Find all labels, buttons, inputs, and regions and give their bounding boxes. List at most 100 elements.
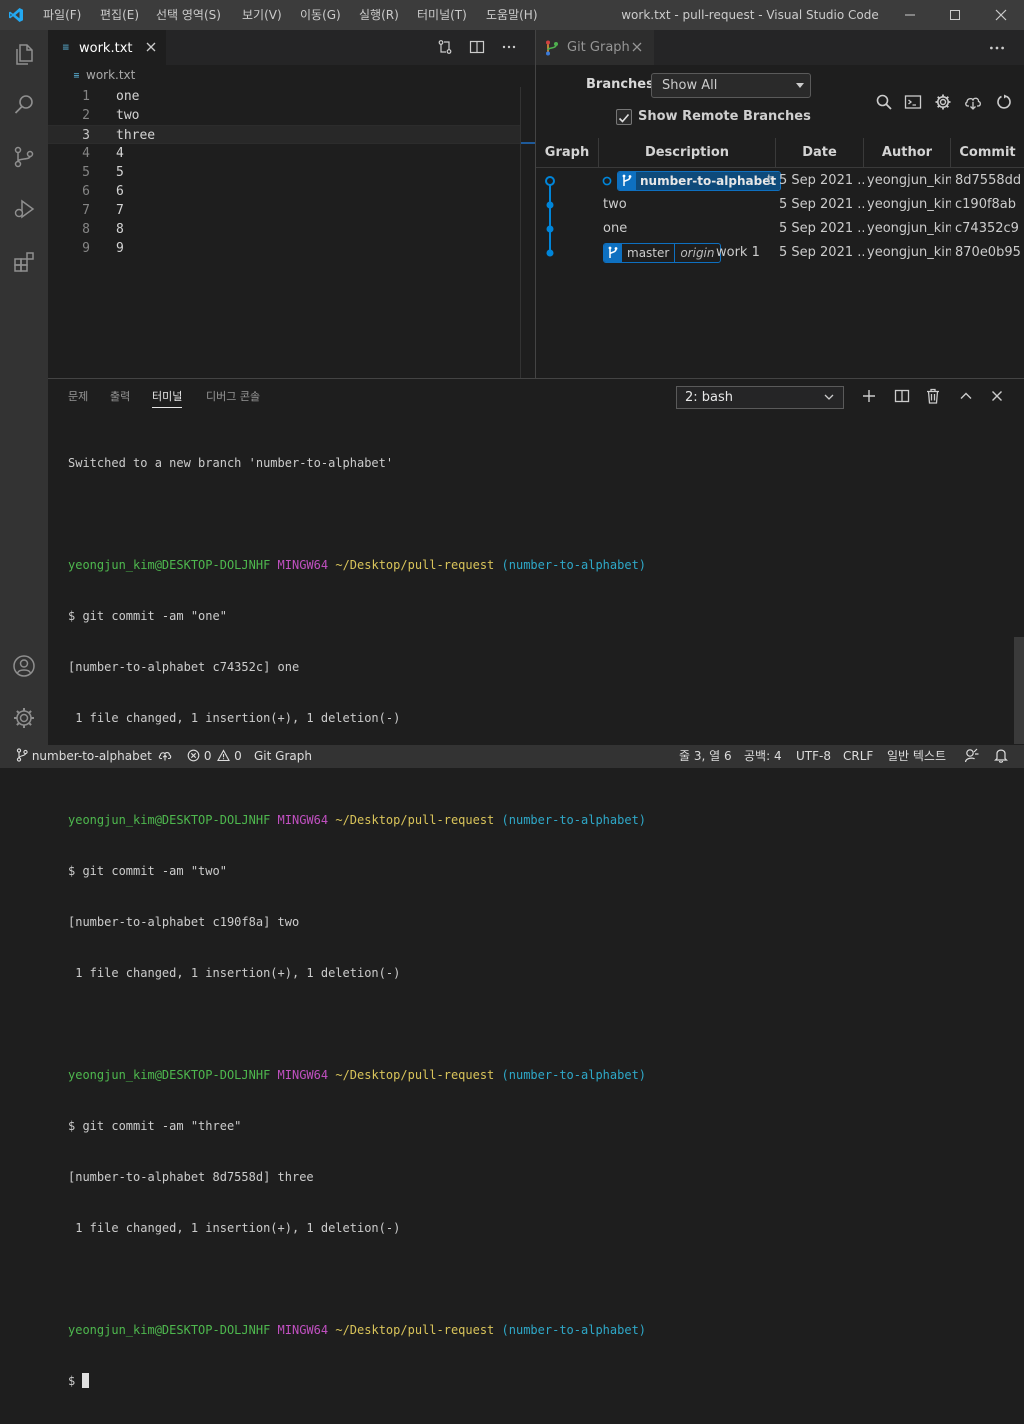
breadcrumb-file[interactable]: work.txt [86, 68, 135, 82]
menu-run[interactable]: 실행(R) [359, 0, 399, 30]
tab-debug-console[interactable]: 디버그 콘솔 [206, 379, 260, 415]
fetch-cloud-icon[interactable] [964, 93, 982, 111]
close-icon[interactable] [988, 387, 1006, 405]
plus-icon[interactable] [860, 387, 878, 405]
terminal-icon[interactable] [904, 93, 922, 111]
open-changes-button[interactable] [436, 38, 454, 56]
manage-button[interactable] [0, 694, 48, 742]
terminal-line: [number-to-alphabet 8d7558d] three [68, 1170, 314, 1184]
chevron-up-icon[interactable] [957, 387, 975, 405]
menu-help[interactable]: 도움말(H) [486, 0, 538, 30]
terminal-input-line[interactable]: $ [68, 1373, 1008, 1390]
status-cursor-position[interactable]: 줄 3, 열 6 [679, 745, 732, 768]
tab-terminal[interactable]: 터미널 [152, 379, 183, 415]
terminal-prompt: yeongjun_kim@DESKTOP-DOLJNHF MINGW64 ~/D… [68, 557, 1008, 574]
branches-dropdown[interactable]: Show All [651, 73, 811, 98]
terminal-prompt: yeongjun_kim@DESKTOP-DOLJNHF MINGW64 ~/D… [68, 1322, 1008, 1339]
source-control-button[interactable] [0, 133, 48, 181]
column-description[interactable]: Description [599, 138, 776, 168]
branches-dropdown-value: Show All [662, 78, 718, 93]
editor-tabs: ≡ work.txt [48, 30, 536, 65]
split-terminal-icon[interactable] [893, 387, 911, 405]
explorer-button[interactable] [0, 30, 48, 78]
show-remote-branches-label[interactable]: Show Remote Branches [638, 109, 811, 124]
line-text: 5 [116, 165, 124, 180]
line-number: 7 [82, 203, 90, 218]
git-graph-icon [546, 40, 558, 56]
close-window-button[interactable] [978, 0, 1024, 30]
branch-label-current[interactable]: number-to-alphabet [617, 171, 782, 191]
activity-bar [0, 30, 48, 745]
tab-work-txt[interactable]: ≡ work.txt [48, 30, 166, 65]
breadcrumb[interactable]: ≡ work.txt [48, 65, 536, 87]
refresh-icon[interactable] [995, 93, 1013, 111]
commit-row[interactable]: number-to-alphabet t 5 Sep 2021 ... yeon… [536, 169, 1024, 193]
gear-icon [14, 708, 34, 728]
commit-hash: c190f8ab [955, 197, 1017, 212]
commit-description: one [603, 221, 628, 236]
menu-view[interactable]: 보기(V) [242, 0, 282, 30]
terminal-output[interactable]: Switched to a new branch 'number-to-alph… [68, 421, 1008, 1424]
table-header: Graph Description Date Author Commit [536, 138, 1024, 168]
terminal-scrollbar[interactable] [1014, 637, 1024, 744]
column-author[interactable]: Author [864, 138, 951, 168]
menu-selection[interactable]: 선택 영역(S) [156, 0, 221, 30]
feedback-button[interactable] [964, 745, 980, 768]
branch-label-master[interactable]: master origin [603, 243, 721, 263]
commit-row[interactable]: two 5 Sep 2021 ... yeongjun_kim c190f8ab [536, 193, 1024, 217]
sync-button[interactable] [158, 745, 172, 768]
text-file-icon: ≡ [73, 71, 80, 80]
commit-author: yeongjun_kim [867, 221, 951, 236]
problems-indicator[interactable]: 0 0 [187, 745, 242, 768]
extensions-button[interactable] [0, 238, 48, 286]
menu-edit[interactable]: 편집(E) [100, 0, 139, 30]
run-debug-button[interactable] [0, 185, 48, 233]
status-eol[interactable]: CRLF [843, 745, 873, 768]
prompt-path: ~/Desktop/pull-request [335, 1323, 495, 1337]
status-encoding[interactable]: UTF-8 [796, 745, 831, 768]
terminal-line: $ git commit -am "one" [68, 609, 227, 623]
tab-problems[interactable]: 문제 [68, 379, 88, 415]
status-bar: number-to-alphabet 0 0 Git Graph 줄 3, 열 … [0, 745, 1024, 768]
close-tab-icon[interactable] [144, 40, 158, 54]
status-branch[interactable]: number-to-alphabet [16, 745, 152, 768]
search-button[interactable] [0, 80, 48, 128]
tab-git-graph[interactable]: Git Graph [536, 30, 654, 65]
terminal-select[interactable]: 2: bash [676, 386, 844, 409]
maximize-button[interactable] [932, 0, 978, 30]
settings-gear-icon[interactable] [934, 93, 952, 111]
column-commit[interactable]: Commit [951, 138, 1024, 168]
menu-terminal[interactable]: 터미널(T) [417, 0, 467, 30]
commit-hash: 8d7558dd [955, 173, 1022, 188]
commit-row[interactable]: one 5 Sep 2021 ... yeongjun_kim c74352c9 [536, 217, 1024, 241]
split-editor-button[interactable] [468, 38, 486, 56]
close-tab-icon[interactable] [630, 40, 644, 54]
terminal-line: [number-to-alphabet c190f8a] two [68, 915, 300, 929]
show-remote-branches-checkbox[interactable] [616, 109, 632, 125]
status-language[interactable]: 일반 텍스트 [887, 745, 946, 768]
find-icon[interactable] [875, 93, 893, 111]
menu-file[interactable]: 파일(F) [43, 0, 81, 30]
editor-scrollbar[interactable] [520, 87, 535, 378]
line-text: 4 [116, 146, 124, 161]
commit-row[interactable]: master origin work 1 5 Sep 2021 ... yeong… [536, 241, 1024, 265]
tab-terminal-label: 터미널 [152, 390, 183, 403]
line-number: 8 [82, 222, 90, 237]
accounts-button[interactable] [0, 642, 48, 690]
column-date[interactable]: Date [776, 138, 864, 168]
status-git-graph[interactable]: Git Graph [254, 745, 312, 768]
trash-icon[interactable] [924, 387, 942, 405]
tab-output[interactable]: 출력 [110, 379, 130, 415]
column-graph[interactable]: Graph [536, 138, 599, 168]
ellipsis-icon[interactable] [988, 39, 1006, 57]
commit-date: 5 Sep 2021 ... [779, 221, 864, 236]
code-line: 55 [48, 163, 520, 182]
notifications-button[interactable] [994, 745, 1008, 768]
code-lines[interactable]: 1 one 2 two 3 three 44 55 66 77 88 99 [48, 87, 520, 258]
more-actions-button[interactable] [500, 38, 518, 56]
commit-hash: c74352c9 [955, 221, 1019, 236]
menu-go[interactable]: 이동(G) [300, 0, 341, 30]
terminal-select-value: 2: bash [685, 390, 734, 405]
minimize-button[interactable] [887, 0, 933, 30]
status-indentation[interactable]: 공백: 4 [744, 745, 782, 768]
